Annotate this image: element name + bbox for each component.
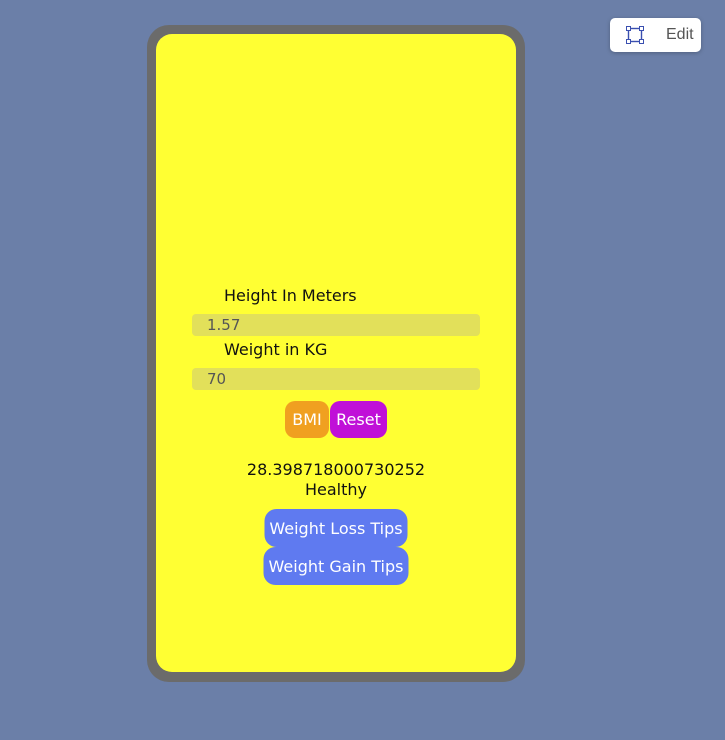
- phone-frame: Height In Meters 1.57 Weight in KG 70 BM…: [147, 25, 525, 682]
- weight-loss-tips-button[interactable]: Weight Loss Tips: [264, 509, 408, 547]
- reset-button[interactable]: Reset: [330, 401, 387, 438]
- bmi-button[interactable]: BMI: [285, 401, 329, 438]
- height-input[interactable]: 1.57: [192, 314, 480, 336]
- action-buttons: BMI Reset: [156, 401, 516, 438]
- height-label: Height In Meters: [224, 286, 357, 305]
- weight-label: Weight in KG: [224, 340, 328, 359]
- phone-screen: Height In Meters 1.57 Weight in KG 70 BM…: [156, 34, 516, 672]
- edit-button-label: Edit: [666, 26, 694, 43]
- weight-input[interactable]: 70: [192, 368, 480, 390]
- bmi-result-status: Healthy: [304, 480, 367, 499]
- weight-gain-tips-button[interactable]: Weight Gain Tips: [263, 547, 409, 585]
- edit-button[interactable]: Edit: [610, 18, 701, 52]
- bmi-result-value: 28.398718000730252: [246, 460, 426, 479]
- edit-frame-icon: [626, 26, 644, 44]
